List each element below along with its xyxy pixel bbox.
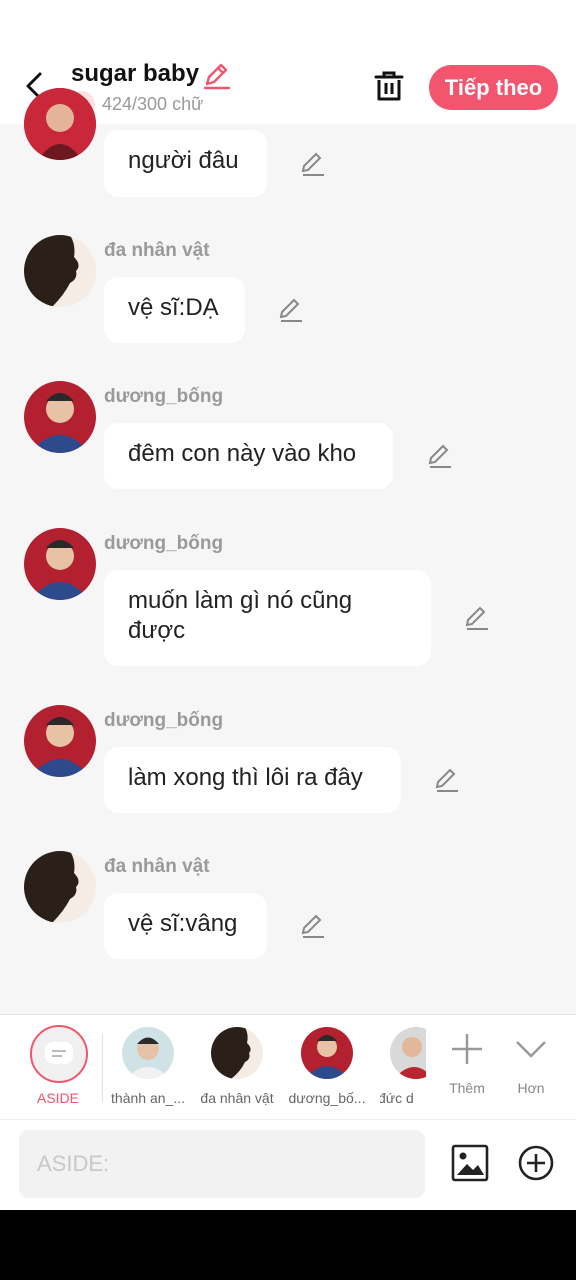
edit-message-icon[interactable] — [278, 297, 304, 323]
character-avatar[interactable] — [301, 1027, 353, 1079]
message-input[interactable] — [19, 1130, 425, 1198]
character-avatar[interactable] — [390, 1027, 426, 1079]
character-avatar[interactable] — [211, 1027, 263, 1079]
message-bubble[interactable]: vệ sĩ:vâng — [104, 893, 267, 959]
sender-name: dương_bống — [104, 386, 224, 407]
trash-icon[interactable] — [370, 68, 408, 104]
add-circle-icon[interactable] — [517, 1144, 555, 1182]
character-label: đa nhân vật — [200, 1090, 274, 1106]
word-count-text: 424/300 chữ — [102, 94, 204, 114]
plus-icon[interactable] — [447, 1029, 487, 1069]
avatar[interactable] — [24, 528, 96, 600]
edit-title-icon[interactable] — [201, 62, 231, 90]
sender-name: dương_bống — [104, 710, 224, 731]
edit-message-icon[interactable] — [427, 443, 453, 469]
aside-label: ASIDE — [36, 1090, 79, 1106]
chevron-down-icon[interactable] — [511, 1029, 551, 1069]
message-bubble[interactable]: người đâu — [104, 130, 267, 197]
edit-message-icon[interactable] — [434, 767, 460, 793]
edit-message-icon[interactable] — [300, 151, 326, 177]
avatar[interactable] — [24, 705, 96, 777]
image-icon[interactable] — [451, 1144, 489, 1182]
aside-button[interactable] — [30, 1025, 88, 1083]
sender-name: đa nhân vật — [104, 856, 210, 877]
composer — [0, 1119, 576, 1211]
edit-message-icon[interactable] — [300, 913, 326, 939]
message-bubble[interactable]: làm xong thì lôi ra đây — [104, 747, 401, 813]
story-title[interactable]: sugar baby — [71, 60, 199, 88]
character-label: dương_bố... — [288, 1090, 366, 1106]
avatar[interactable] — [24, 235, 96, 307]
message-bubble[interactable]: vệ sĩ:DẠ — [104, 277, 245, 343]
avatar[interactable] — [24, 851, 96, 923]
character-picker: ASIDE thành an_... đa nhân vật dương_bố.… — [0, 1014, 576, 1119]
avatar[interactable] — [24, 381, 96, 453]
character-label: thành an_... — [111, 1090, 185, 1106]
sender-name: đa nhân vật — [104, 240, 210, 261]
system-nav-bar — [0, 1210, 576, 1280]
avatar[interactable] — [24, 88, 96, 160]
character-avatar[interactable] — [122, 1027, 174, 1079]
divider — [102, 1033, 103, 1103]
character-label: đức d — [380, 1090, 414, 1106]
message-bubble[interactable]: đêm con này vào kho — [104, 423, 393, 489]
more-label[interactable]: Hơn — [501, 1080, 561, 1096]
add-character-label[interactable]: Thêm — [437, 1080, 497, 1096]
message-bubble[interactable]: muốn làm gì nó cũng được — [104, 570, 431, 666]
next-button[interactable]: Tiếp theo — [429, 65, 558, 110]
character-overflow-clip: đức d — [380, 1015, 426, 1119]
edit-message-icon[interactable] — [464, 605, 490, 631]
sender-name: dương_bống — [104, 533, 224, 554]
aside-icon — [45, 1042, 73, 1064]
